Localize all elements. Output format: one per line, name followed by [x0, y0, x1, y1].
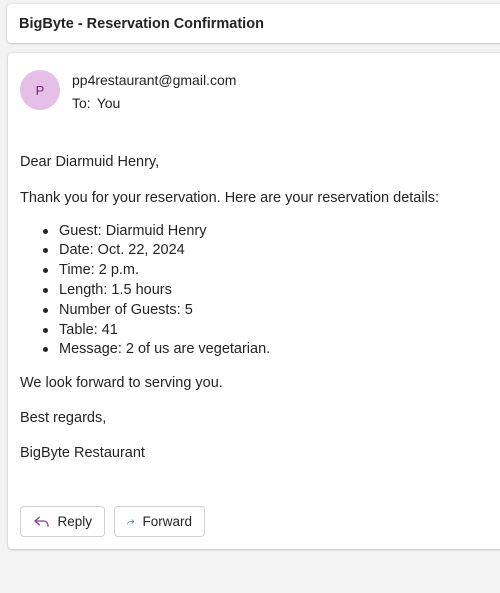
reply-arrow-icon [34, 516, 49, 527]
reply-label: Reply [57, 514, 92, 529]
signature-text: BigByte Restaurant [20, 444, 145, 461]
to-label: To: [72, 95, 91, 111]
intro-text: Thank you for your reservation. Here are… [20, 189, 440, 206]
sender-email[interactable]: pp4restaurant@gmail.com [72, 72, 236, 88]
detail-time: Time: 2 p.m. [43, 261, 490, 281]
email-subject: BigByte - Reservation Confirmation [19, 15, 264, 32]
detail-message: Message: 2 of us are vegetarian. [43, 340, 490, 360]
detail-number-of-guests: Number of Guests: 5 [43, 301, 490, 321]
email-body: Dear Diarmuid Henry, Thank you for your … [20, 153, 490, 464]
message-actions: Reply Forward [20, 506, 205, 537]
recipient-line: To: You [72, 95, 120, 111]
forward-label: Forward [142, 514, 192, 529]
detail-length: Length: 1.5 hours [43, 281, 490, 301]
detail-table: Table: 41 [43, 321, 490, 341]
forward-button[interactable]: Forward [114, 506, 205, 537]
subject-header: BigByte - Reservation Confirmation [7, 4, 500, 43]
email-message-card: P pp4restaurant@gmail.com To: You Dear Di… [8, 53, 500, 549]
sender-avatar[interactable]: P [20, 70, 60, 110]
reservation-details-list: Guest: Diarmuid Henry Date: Oct. 22, 202… [20, 222, 490, 361]
regards-text: Best regards, [20, 409, 107, 426]
forward-arrow-icon [127, 518, 135, 524]
reply-button[interactable]: Reply [20, 506, 105, 537]
detail-guest: Guest: Diarmuid Henry [43, 222, 490, 242]
greeting-text: Dear Diarmuid Henry, [20, 154, 160, 170]
recipient-name[interactable]: You [97, 95, 121, 111]
detail-date: Date: Oct. 22, 2024 [43, 241, 490, 261]
closing-text: We look forward to serving you. [20, 375, 223, 392]
